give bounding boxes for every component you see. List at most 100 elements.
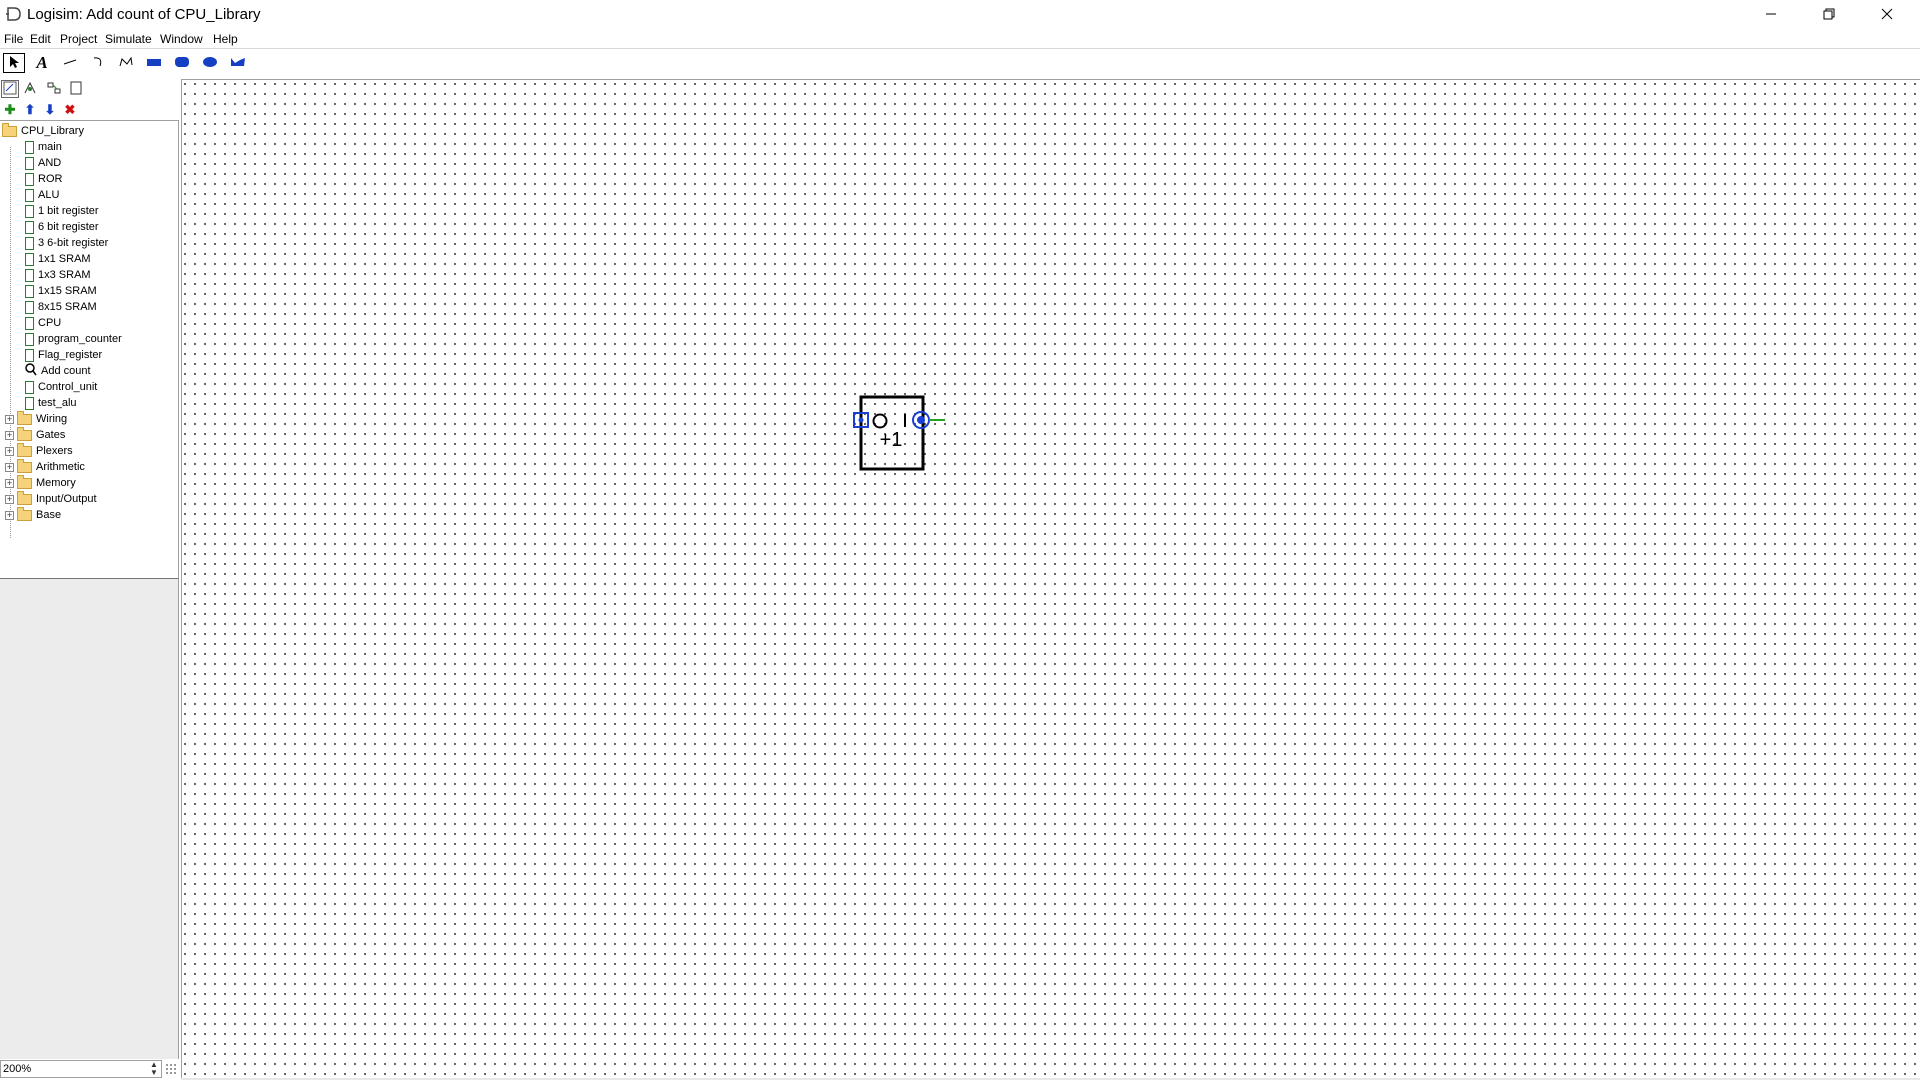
expand-plus-icon[interactable]: + bbox=[5, 494, 14, 504]
circuit-item-label: 3 6-bit register bbox=[38, 237, 109, 249]
close-x-icon: ✖ bbox=[64, 102, 76, 117]
close-button[interactable] bbox=[1858, 0, 1916, 30]
expand-plus-icon[interactable]: + bbox=[5, 510, 14, 520]
layout-icon bbox=[47, 81, 61, 98]
library-item[interactable]: + Plexers bbox=[5, 442, 73, 459]
circuit-item[interactable]: 1x3 SRAM bbox=[25, 267, 91, 283]
layout-edit-button[interactable] bbox=[45, 80, 63, 98]
circuit-icon bbox=[25, 300, 34, 314]
circuit-item[interactable]: 1 bit register bbox=[25, 203, 99, 219]
add-circuit-button[interactable]: ✚ bbox=[2, 102, 18, 118]
library-item[interactable]: + Arithmetic bbox=[5, 458, 85, 475]
menu-help[interactable]: Help bbox=[213, 32, 238, 46]
folder-icon bbox=[17, 490, 32, 505]
toolbox-icon bbox=[3, 81, 17, 98]
polygon-tool-button[interactable] bbox=[227, 53, 249, 73]
menu-window[interactable]: Window bbox=[160, 32, 203, 46]
folder-icon bbox=[17, 442, 32, 457]
library-item[interactable]: + Gates bbox=[5, 426, 65, 443]
plus-icon: ✚ bbox=[4, 102, 16, 117]
zoom-field[interactable]: 200% bbox=[0, 1060, 162, 1078]
menu-edit[interactable]: Edit bbox=[30, 32, 51, 46]
polyline-tool-button[interactable] bbox=[115, 53, 137, 73]
circuit-item[interactable]: main bbox=[25, 139, 62, 155]
circuit-item[interactable]: Flag_register bbox=[25, 347, 102, 363]
circuit-canvas[interactable]: +1 bbox=[181, 79, 1920, 1078]
circuit-icon bbox=[25, 236, 34, 250]
line-tool-button[interactable] bbox=[59, 53, 81, 73]
input-port-dot bbox=[858, 417, 864, 423]
minimize-button[interactable] bbox=[1742, 0, 1800, 30]
expand-plus-icon[interactable]: + bbox=[5, 462, 14, 472]
magnifier-icon bbox=[25, 362, 37, 380]
library-item[interactable]: + Base bbox=[5, 506, 61, 523]
curve-tool-button[interactable] bbox=[87, 53, 109, 73]
circuit-icon bbox=[25, 284, 34, 298]
remove-circuit-button[interactable]: ✖ bbox=[62, 102, 78, 118]
circuit-item[interactable]: 3 6-bit register bbox=[25, 235, 108, 251]
spinner-down-icon: ▼ bbox=[150, 1068, 158, 1077]
circuit-icon bbox=[25, 204, 34, 218]
library-item[interactable]: + Memory bbox=[5, 474, 76, 491]
circuit-item[interactable]: 1x15 SRAM bbox=[25, 283, 97, 299]
circuit-item[interactable]: program_counter bbox=[25, 331, 122, 347]
text-tool-button[interactable]: A bbox=[31, 53, 53, 73]
expand-plus-icon[interactable]: + bbox=[5, 446, 14, 456]
folder-icon bbox=[17, 458, 32, 473]
circuit-item-label: test_alu bbox=[38, 397, 77, 409]
expand-plus-icon[interactable]: + bbox=[5, 414, 14, 424]
simulation-view-button[interactable] bbox=[21, 80, 39, 98]
folder-icon bbox=[17, 426, 32, 441]
menu-separator bbox=[0, 48, 1920, 49]
circuit-icon bbox=[25, 156, 34, 170]
rounded-rectangle-icon bbox=[174, 56, 190, 71]
circuit-icon bbox=[25, 188, 34, 202]
expand-plus-icon[interactable]: + bbox=[5, 430, 14, 440]
circuit-icon bbox=[25, 396, 34, 410]
line-icon bbox=[62, 56, 78, 70]
close-icon bbox=[1881, 8, 1893, 23]
circuit-item[interactable]: 1x1 SRAM bbox=[25, 251, 91, 267]
attribute-panel bbox=[0, 578, 179, 1059]
circuit-item[interactable]: test_alu bbox=[25, 395, 77, 411]
circuit-item[interactable]: 6 bit register bbox=[25, 219, 99, 235]
expand-plus-icon[interactable]: + bbox=[5, 478, 14, 488]
library-item[interactable]: + Input/Output bbox=[5, 490, 97, 507]
resize-grip-icon[interactable] bbox=[164, 1062, 178, 1076]
minimize-icon bbox=[1765, 8, 1777, 23]
move-up-button[interactable]: ⬆ bbox=[22, 102, 38, 118]
circuit-item-label: main bbox=[38, 141, 62, 153]
circuit-item[interactable]: CPU bbox=[25, 315, 61, 331]
restore-button[interactable] bbox=[1800, 0, 1858, 30]
library-item[interactable]: + Wiring bbox=[5, 410, 67, 427]
circuit-item[interactable]: Add count bbox=[25, 362, 91, 380]
circuit-item[interactable]: ALU bbox=[25, 187, 59, 203]
simulation-tree-icon bbox=[23, 81, 37, 98]
circuit-icon bbox=[25, 316, 34, 330]
circuit-item[interactable]: AND bbox=[25, 155, 61, 171]
circuit-icon bbox=[25, 172, 34, 186]
appearance-edit-button[interactable] bbox=[67, 80, 85, 98]
menu-simulate[interactable]: Simulate bbox=[105, 32, 152, 46]
select-tool-button[interactable] bbox=[3, 53, 25, 73]
drawing-toolbar: A bbox=[0, 49, 245, 77]
circuit-item[interactable]: 8x15 SRAM bbox=[25, 299, 97, 315]
zoom-spinner[interactable]: ▲ ▼ bbox=[148, 1061, 160, 1077]
component-label: +1 bbox=[880, 429, 903, 451]
move-down-button[interactable]: ⬇ bbox=[42, 102, 58, 118]
menu-project[interactable]: Project bbox=[60, 32, 97, 46]
project-node[interactable]: CPU_Library bbox=[2, 122, 84, 139]
toolbox-view-button[interactable] bbox=[1, 80, 19, 98]
circuit-icon bbox=[25, 220, 34, 234]
arrow-cursor-icon bbox=[8, 55, 20, 72]
circuit-item[interactable]: ROR bbox=[25, 171, 62, 187]
oval-tool-button[interactable] bbox=[199, 53, 221, 73]
menu-file[interactable]: File bbox=[4, 32, 23, 46]
circuit-item-label: AND bbox=[38, 157, 62, 169]
circuit-icon bbox=[25, 140, 34, 154]
rectangle-tool-button[interactable] bbox=[143, 53, 165, 73]
rectangle-icon bbox=[146, 56, 162, 70]
rounded-rectangle-tool-button[interactable] bbox=[171, 53, 193, 73]
circuit-item[interactable]: Control_unit bbox=[25, 379, 97, 395]
menu-bar: File Edit Project Simulate Window Help bbox=[0, 30, 1920, 49]
